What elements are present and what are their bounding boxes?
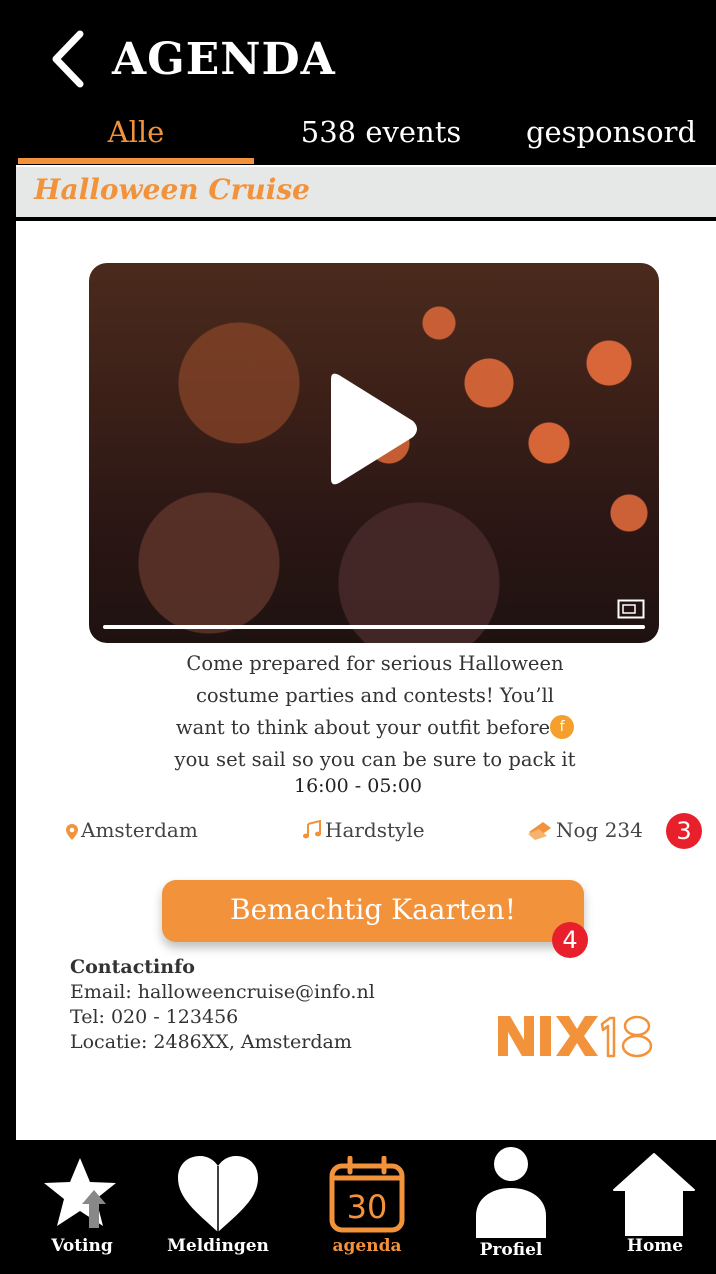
contact-phone[interactable]: Tel: 020 - 123456 <box>70 1005 375 1030</box>
page-title: AGENDA <box>112 34 336 85</box>
left-border <box>0 0 16 1274</box>
contact-heading: Contactinfo <box>70 956 195 978</box>
location-pin-icon <box>66 824 78 840</box>
description-line: you set sail so you can be sure to pack … <box>174 748 576 771</box>
heart-icon <box>178 1156 258 1232</box>
nav-label-profiel: Profiel <box>479 1240 543 1260</box>
buy-tickets-button[interactable]: Bemachtig Kaarten! <box>162 880 584 942</box>
event-meta-row: Amsterdam Hardstyle Nog 234 3 <box>0 812 716 849</box>
video-progress-bar[interactable] <box>103 625 645 629</box>
description-line: Come prepared for serious Halloween <box>186 652 564 675</box>
nav-label-voting: Voting <box>51 1236 113 1256</box>
tickets-remaining: Nog 234 <box>527 812 643 848</box>
calendar-icon: 30 <box>329 1156 405 1233</box>
location-label: Amsterdam <box>81 818 198 842</box>
nav-label-agenda: agenda <box>332 1236 402 1256</box>
description-line: want to think about your outfit before <box>175 716 551 739</box>
event-genre: Hardstyle <box>302 812 425 848</box>
active-tab-indicator <box>18 158 254 164</box>
tab-events[interactable]: 538 events <box>256 106 506 164</box>
header: AGENDA Alle 538 events gesponsord <box>16 0 716 165</box>
music-note-icon <box>303 820 321 839</box>
facebook-share-icon[interactable]: f <box>550 715 575 739</box>
event-location: Amsterdam <box>66 812 198 848</box>
tab-gesponsord[interactable]: gesponsord <box>506 106 716 164</box>
description-line: costume parties and contests! You’ll <box>195 684 555 707</box>
fullscreen-icon[interactable] <box>617 599 645 619</box>
calendar-day: 30 <box>347 1188 388 1226</box>
annotation-badge-4: 4 <box>552 922 588 958</box>
app-screen: AGENDA Alle 538 events gesponsord Hallow… <box>0 0 716 1274</box>
genre-label: Hardstyle <box>325 818 425 842</box>
ticket-icon <box>528 822 551 840</box>
nav-label-meldingen: Meldingen <box>167 1236 269 1256</box>
person-icon <box>476 1147 546 1238</box>
star-upload-icon <box>44 1158 116 1228</box>
contact-email[interactable]: Email: halloweencruise@info.nl <box>70 980 375 1005</box>
event-time: 16:00 - 05:00 <box>293 775 422 797</box>
tab-bar: Alle 538 events gesponsord <box>16 106 716 164</box>
event-description: Come prepared for serious Halloween cost… <box>130 648 620 776</box>
tab-alle[interactable]: Alle <box>16 106 256 164</box>
nav-label-home: Home <box>626 1236 684 1256</box>
description-line-with-share: want to think about your outfit before f <box>130 712 620 744</box>
nav-meldingen[interactable]: Meldingen <box>158 1140 278 1274</box>
home-icon <box>613 1153 695 1236</box>
nav-voting[interactable]: Voting <box>30 1140 134 1274</box>
nix18-logo <box>498 1015 653 1058</box>
play-icon[interactable] <box>321 369 421 489</box>
event-title: Halloween Cruise <box>34 173 310 206</box>
nav-profiel[interactable]: Profiel <box>462 1140 560 1274</box>
video-player[interactable] <box>89 263 659 643</box>
contact-info: Contactinfo Email: halloweencruise@info.… <box>70 955 375 1055</box>
back-arrow-icon[interactable] <box>44 26 94 92</box>
nav-home[interactable]: Home <box>600 1140 710 1274</box>
tickets-label: Nog 234 <box>556 818 643 842</box>
bottom-nav: Voting Meldingen 30 agenda Profiel Home <box>16 1140 716 1274</box>
contact-address: Locatie: 2486XX, Amsterdam <box>70 1031 352 1053</box>
nav-agenda[interactable]: 30 agenda <box>312 1140 422 1274</box>
annotation-badge-3: 3 <box>666 813 702 849</box>
event-title-bar: Halloween Cruise <box>16 167 716 221</box>
